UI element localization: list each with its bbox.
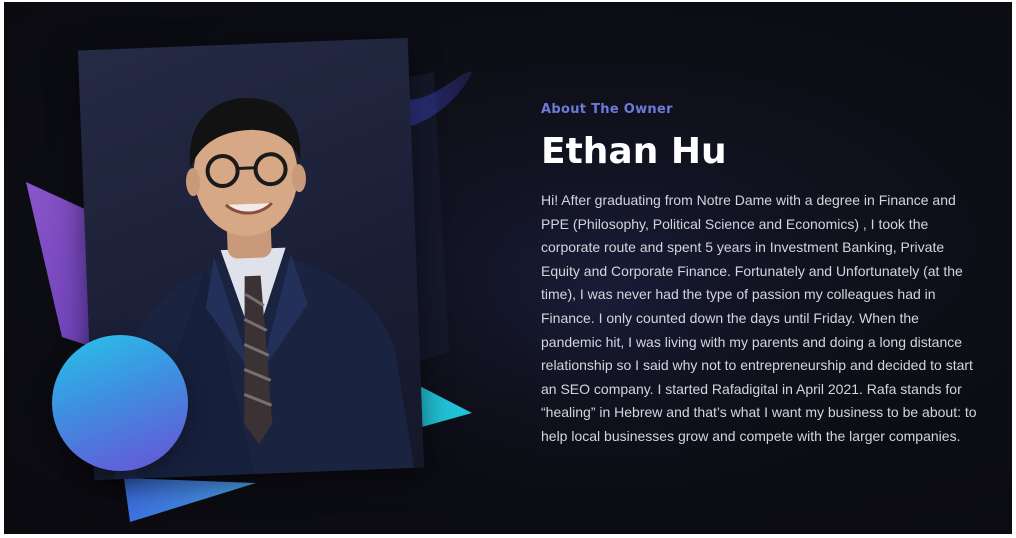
blue-shard-shape [124, 478, 256, 522]
owner-bio: Hi! After graduating from Notre Dame wit… [541, 192, 977, 444]
about-section: About The Owner Ethan Hu Hi! After gradu… [4, 2, 1012, 534]
owner-name: Ethan Hu [541, 131, 727, 172]
section-eyebrow: About The Owner [541, 102, 673, 117]
about-text: About The Owner Ethan Hu Hi! After gradu… [541, 102, 981, 449]
gradient-circle-shape [52, 335, 188, 471]
